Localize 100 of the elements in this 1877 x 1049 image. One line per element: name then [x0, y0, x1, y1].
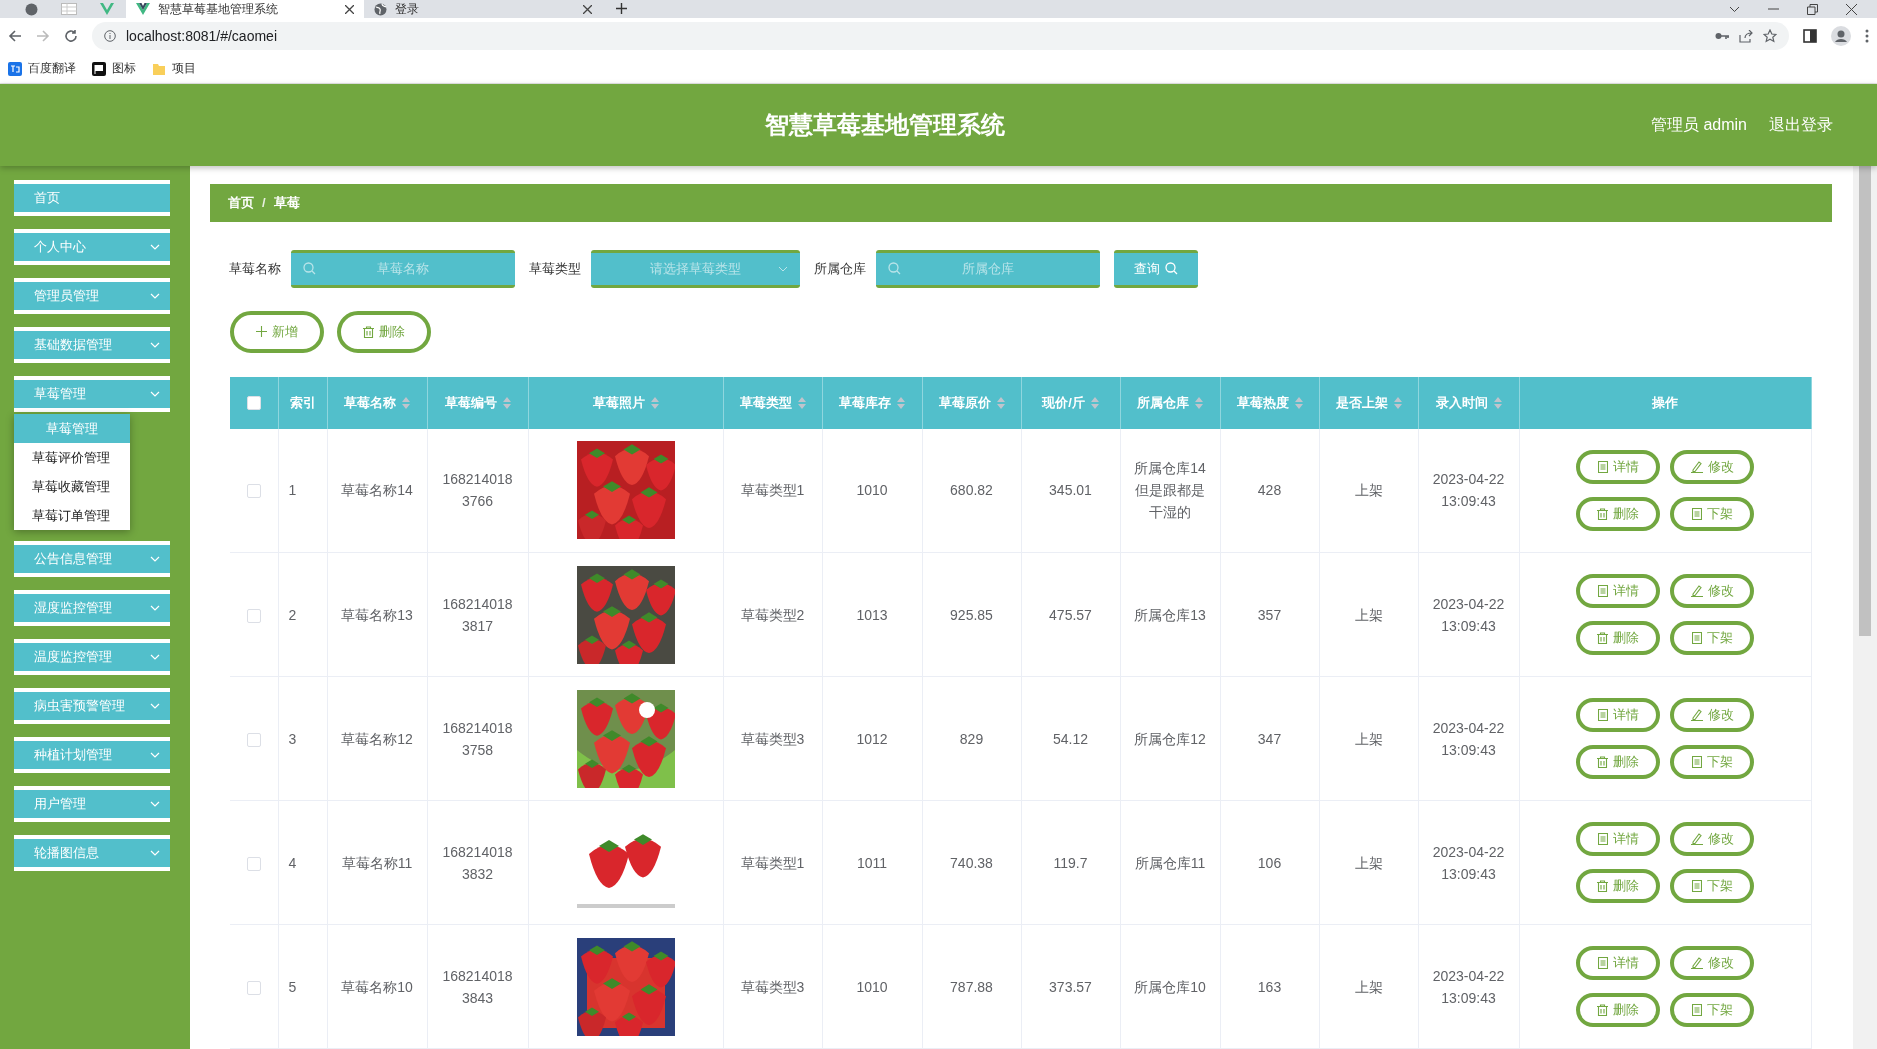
scrollbar[interactable]: [1853, 166, 1877, 1049]
column-header[interactable]: 草莓库存: [822, 376, 922, 429]
submenu-item[interactable]: 草莓评价管理: [14, 443, 130, 472]
back-arrow-icon[interactable]: [8, 29, 22, 43]
avatar-icon[interactable]: [1831, 26, 1851, 46]
row-checkbox[interactable]: [246, 608, 261, 623]
sort-icon: [502, 396, 511, 409]
detail-button[interactable]: 详情: [1576, 946, 1660, 980]
sort-icon: [797, 396, 806, 409]
delete-button[interactable]: 删除: [1576, 993, 1660, 1027]
edit-button[interactable]: 修改: [1670, 698, 1754, 732]
row-checkbox[interactable]: [246, 732, 261, 747]
unlist-button[interactable]: 下架: [1670, 993, 1754, 1027]
close-icon[interactable]: [583, 4, 592, 14]
key-icon[interactable]: [1715, 32, 1729, 40]
column-header[interactable]: 草莓原价: [922, 376, 1021, 429]
query-button[interactable]: 查询: [1114, 249, 1198, 288]
column-header[interactable]: 草莓类型: [723, 376, 822, 429]
row-checkbox[interactable]: [246, 484, 261, 499]
delete-button[interactable]: 删除: [1576, 745, 1660, 779]
sidebar-menu-item[interactable]: 病虫害预警管理: [14, 688, 170, 724]
browser-tab[interactable]: 智慧草莓基地管理系统: [126, 0, 364, 18]
document-icon: [1597, 460, 1608, 473]
table-cell-text: 2023-04-22 13:09:43: [1431, 966, 1506, 1008]
sidebar-menu-item[interactable]: 个人中心: [14, 229, 170, 265]
row-checkbox[interactable]: [246, 856, 261, 871]
detail-button[interactable]: 详情: [1576, 698, 1660, 732]
trash-icon: [1597, 507, 1608, 520]
delete-button[interactable]: 删除: [1576, 869, 1660, 903]
column-header[interactable]: 草莓编号: [427, 376, 528, 429]
document-icon: [1597, 957, 1608, 969]
close-icon[interactable]: [345, 4, 354, 14]
more-icon[interactable]: [1865, 29, 1869, 43]
side-panel-icon[interactable]: [1803, 29, 1817, 43]
sidebar-menu-item[interactable]: 基础数据管理: [14, 327, 170, 363]
search-icon: [1165, 262, 1178, 275]
sidebar-menu-item[interactable]: 轮播图信息: [14, 835, 170, 871]
select-all-checkbox[interactable]: [246, 396, 261, 411]
delete-button[interactable]: 删除: [1576, 621, 1660, 655]
bookmark-link[interactable]: 图标: [92, 60, 136, 77]
column-header[interactable]: 现价/斤: [1021, 376, 1120, 429]
sidebar-menu-item[interactable]: 首页: [14, 180, 170, 216]
sidebar-menu-item[interactable]: 温度监控管理: [14, 639, 170, 675]
delete-button[interactable]: 删除: [1576, 496, 1660, 531]
reload-icon[interactable]: [64, 29, 78, 43]
sidebar-menu-item[interactable]: 公告信息管理: [14, 541, 170, 577]
filter-label: 草莓名称: [229, 259, 281, 278]
sidebar-menu-item[interactable]: 管理员管理: [14, 278, 170, 314]
trash-icon: [1597, 756, 1608, 768]
close-icon[interactable]: [1846, 3, 1857, 15]
unlist-button[interactable]: 下架: [1670, 496, 1754, 531]
document-icon: [1597, 833, 1608, 845]
trash-icon: [1597, 632, 1608, 644]
breadcrumb-item[interactable]: 首页: [228, 193, 254, 212]
column-header[interactable]: 草莓照片: [528, 376, 723, 429]
column-header[interactable]: 是否上架: [1319, 376, 1418, 429]
submenu-item[interactable]: 草莓管理: [14, 414, 130, 443]
search-field[interactable]: 所属仓库: [876, 249, 1100, 288]
column-header[interactable]: 所属仓库: [1120, 376, 1220, 429]
sidebar-menu-item[interactable]: 草莓管理: [14, 376, 170, 412]
column-header[interactable]: 草莓热度: [1220, 376, 1319, 429]
add-button[interactable]: 新增: [230, 310, 324, 353]
table-cell-text: 草莓类型2: [740, 605, 805, 625]
plus-icon[interactable]: [616, 3, 627, 14]
type-select[interactable]: 请选择草莓类型: [591, 249, 800, 288]
column-header[interactable]: 录入时间: [1418, 376, 1519, 429]
unlist-button[interactable]: 下架: [1670, 745, 1754, 779]
breadcrumb-item[interactable]: 草莓: [273, 193, 300, 212]
delete-button[interactable]: 删除: [337, 310, 431, 353]
sidebar-menu-item[interactable]: 种植计划管理: [14, 737, 170, 773]
info-icon: [104, 30, 116, 42]
search-field[interactable]: 草莓名称: [291, 249, 515, 288]
table-cell-text: 373.57: [1049, 977, 1092, 997]
browser-tab[interactable]: 登录: [364, 0, 602, 18]
detail-button[interactable]: 详情: [1576, 822, 1660, 856]
unlist-button[interactable]: 下架: [1670, 869, 1754, 903]
chevron-down-icon: [150, 391, 160, 397]
star-icon[interactable]: [1763, 29, 1777, 43]
column-header[interactable]: 草莓名称: [327, 376, 427, 429]
submenu-item[interactable]: 草莓收藏管理: [14, 472, 130, 501]
folder-icon: [152, 61, 166, 76]
detail-button[interactable]: 详情: [1576, 449, 1660, 484]
chevron-down-icon[interactable]: [1729, 5, 1740, 13]
edit-button[interactable]: 修改: [1670, 449, 1754, 484]
table-cell-text: 1011: [856, 853, 888, 873]
edit-button[interactable]: 修改: [1670, 822, 1754, 856]
detail-button[interactable]: 详情: [1576, 574, 1660, 608]
edit-button[interactable]: 修改: [1670, 574, 1754, 608]
restore-icon[interactable]: [1807, 3, 1818, 15]
edit-button[interactable]: 修改: [1670, 946, 1754, 980]
unlist-button[interactable]: 下架: [1670, 621, 1754, 655]
bookmark-link[interactable]: 百度翻译: [8, 60, 76, 77]
sidebar-menu-item[interactable]: 用户管理: [14, 786, 170, 822]
row-checkbox[interactable]: [246, 980, 261, 995]
address-bar[interactable]: localhost:8081/#/caomei: [92, 22, 1789, 50]
share-icon[interactable]: [1739, 29, 1753, 43]
bookmark-link[interactable]: 项目: [152, 60, 196, 77]
submenu-item[interactable]: 草莓订单管理: [14, 501, 130, 530]
sidebar-menu-item[interactable]: 湿度监控管理: [14, 590, 170, 626]
logout-link[interactable]: 退出登录: [1769, 114, 1833, 136]
